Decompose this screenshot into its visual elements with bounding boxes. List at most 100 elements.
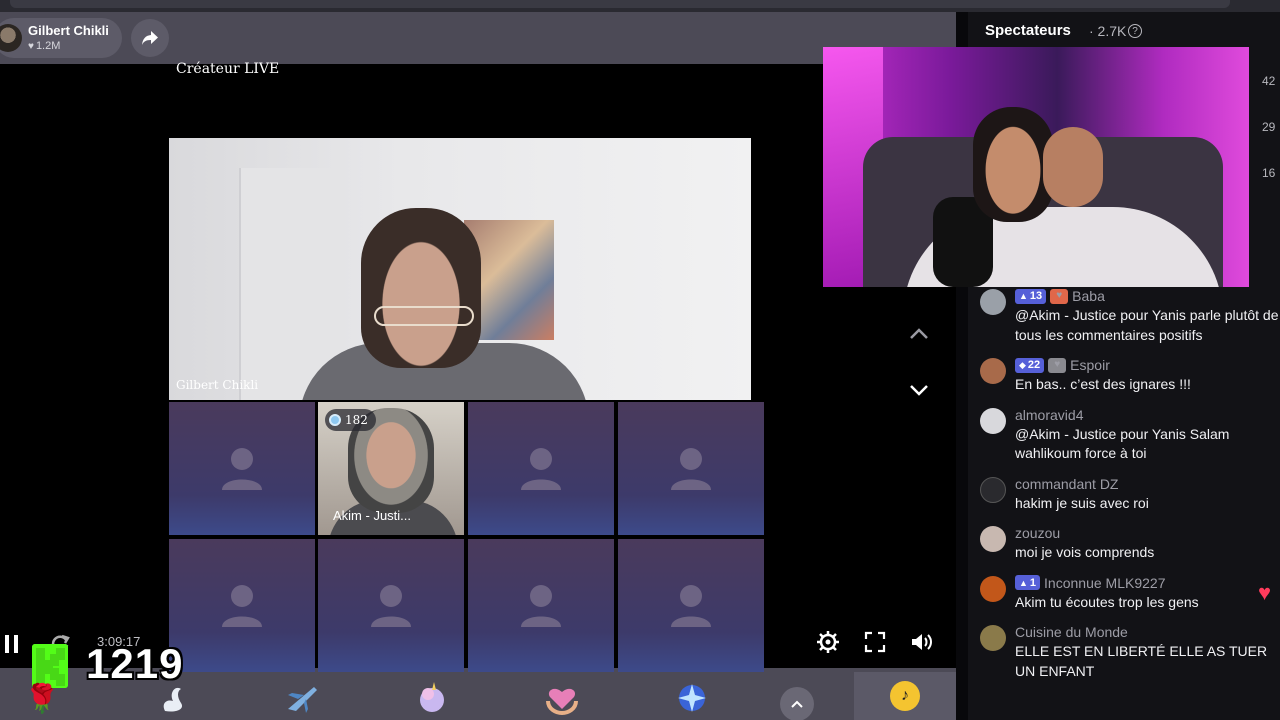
edge-numbers: 42 29 16: [1262, 58, 1275, 196]
unicorn-gift[interactable]: [414, 680, 450, 716]
empty-seat[interactable]: [169, 402, 315, 535]
chevron-up-icon[interactable]: [906, 322, 932, 346]
user-avatar[interactable]: [980, 625, 1006, 651]
fan-badge-icon: ♥: [1048, 357, 1067, 373]
streamer-webcam: [823, 47, 1249, 287]
message-meta: ▲ 1 Inconnue MLK9227: [1015, 574, 1280, 592]
fullscreen-icon: [864, 631, 886, 653]
chevron-up-icon: [791, 700, 803, 708]
empty-seat[interactable]: [468, 539, 614, 672]
level-value: 1: [1029, 576, 1037, 589]
empty-seat[interactable]: [618, 402, 764, 535]
share-button[interactable]: [131, 19, 169, 57]
level-icon: ▲: [1019, 577, 1028, 588]
message-meta: commandant DZ: [1015, 475, 1280, 493]
username[interactable]: Inconnue MLK9227: [1044, 574, 1165, 592]
host-avatar[interactable]: [0, 24, 22, 52]
person-placeholder-icon: [671, 447, 711, 490]
browser-top-strip: [0, 0, 1280, 12]
edge-number: 42: [1262, 74, 1276, 88]
heart-icon: ♥: [28, 41, 34, 52]
chat-message[interactable]: ▲ 1 Inconnue MLK9227 Akim tu écoutes trop…: [980, 574, 1280, 613]
settings-button[interactable]: [814, 628, 842, 656]
username[interactable]: almoravid4: [1015, 406, 1083, 424]
guest-tile[interactable]: 182 Akim - Justi...: [318, 402, 464, 535]
volume-icon: [912, 634, 932, 650]
galaxy-gift[interactable]: [674, 680, 710, 716]
message-meta: ◆ 22 ♥ Espoir: [1015, 356, 1280, 374]
galaxy-icon: [678, 684, 706, 712]
message-meta: Cuisine du Monde: [1015, 623, 1280, 641]
chat-message[interactable]: Cuisine du Monde ELLE EST EN LIBERTÉ ELL…: [980, 623, 1280, 681]
jet-gift[interactable]: [284, 680, 320, 716]
gift-bar: 🌹: [0, 672, 956, 720]
user-avatar[interactable]: [980, 575, 1006, 602]
volume-button[interactable]: [908, 628, 936, 656]
streamer-hand: [1043, 127, 1103, 207]
username[interactable]: commandant DZ: [1015, 475, 1118, 493]
level-value: 13: [1029, 290, 1043, 302]
user-avatar[interactable]: [980, 289, 1006, 315]
level-badge: ◆ 22: [1015, 357, 1045, 373]
chat-message[interactable]: almoravid4 @Akim - Justice pour Yanis Sa…: [980, 406, 1280, 464]
host-video-name: Gilbert Chikli: [176, 378, 259, 392]
chat-message[interactable]: zouzou moi je vois comprends: [980, 524, 1280, 563]
unicorn-icon: [420, 682, 444, 712]
level-icon: ◆: [1019, 360, 1026, 370]
level-badge: ▲ 13: [1015, 288, 1047, 304]
message-text: moi je vois comprends: [1015, 544, 1155, 560]
fan-badge-icon: ♥: [1050, 288, 1069, 304]
empty-seat[interactable]: [169, 539, 315, 672]
coin-icon: [329, 414, 341, 426]
tiktok-coin-button[interactable]: ♪: [854, 672, 956, 720]
chat-message[interactable]: ▲ 13 ♥ Baba @Akim - Justice pour Yanis pa…: [980, 287, 1280, 345]
user-avatar[interactable]: [980, 407, 1006, 434]
viewers-count: · 2.7K: [1089, 23, 1127, 39]
person-placeholder-icon: [222, 447, 262, 490]
host-person-head: [361, 208, 481, 368]
chevron-down-icon[interactable]: [906, 378, 932, 402]
username[interactable]: zouzou: [1015, 524, 1060, 542]
chat-message[interactable]: ◆ 22 ♥ Espoir En bas.. c’est des ignares …: [980, 356, 1280, 395]
swan-gift[interactable]: [156, 680, 192, 716]
guest-badge-count: 182: [345, 413, 368, 427]
username[interactable]: Cuisine du Monde: [1015, 623, 1128, 641]
host-glasses: [374, 306, 474, 326]
heart-hands-icon: [546, 688, 578, 715]
person-placeholder-icon: [521, 584, 561, 627]
user-avatar[interactable]: [980, 526, 1006, 552]
message-meta: ▲ 13 ♥ Baba: [1015, 287, 1280, 305]
person-placeholder-icon: [222, 584, 262, 627]
username[interactable]: Baba: [1072, 287, 1105, 305]
chat-message[interactable]: commandant DZ hakim je suis avec roi: [980, 475, 1280, 514]
host-video[interactable]: Gilbert Chikli: [169, 138, 751, 400]
person-placeholder-icon: [521, 447, 561, 490]
edge-number: 29: [1262, 120, 1276, 134]
streamer-head: [973, 107, 1053, 222]
host-likes-count: 1.2M: [35, 40, 61, 52]
host-likes: ♥ 1.2M: [28, 40, 60, 52]
message-meta: zouzou: [1015, 524, 1280, 542]
username[interactable]: Espoir: [1070, 356, 1110, 374]
help-icon[interactable]: ?: [1128, 24, 1142, 38]
more-gifts-button[interactable]: [780, 687, 814, 720]
pause-icon[interactable]: [4, 634, 20, 654]
host-name[interactable]: Gilbert Chikli: [28, 23, 109, 38]
host-profile-chip[interactable]: Gilbert Chikli ♥ 1.2M: [0, 18, 122, 58]
share-icon: [142, 31, 158, 45]
fullscreen-button[interactable]: [861, 628, 889, 656]
empty-seat[interactable]: [468, 402, 614, 535]
message-meta: almoravid4: [1015, 406, 1280, 424]
guest-name: Akim - Justi...: [333, 508, 412, 523]
user-avatar[interactable]: [980, 476, 1006, 503]
rose-gift[interactable]: 🌹: [24, 680, 60, 716]
heart-hands-gift[interactable]: [544, 680, 580, 716]
empty-seat[interactable]: [618, 539, 764, 672]
user-avatar[interactable]: [980, 358, 1006, 384]
viewers-title: Spectateurs: [985, 22, 1071, 39]
empty-seat[interactable]: [318, 539, 464, 672]
message-text: Akim tu écoutes trop les gens: [1015, 593, 1199, 610]
message-text: @Akim - Justice pour Yanis Salam wahliko…: [1015, 425, 1230, 462]
message-text: @Akim - Justice pour Yanis parle plutôt …: [1015, 307, 1279, 343]
level-value: 22: [1027, 359, 1041, 371]
